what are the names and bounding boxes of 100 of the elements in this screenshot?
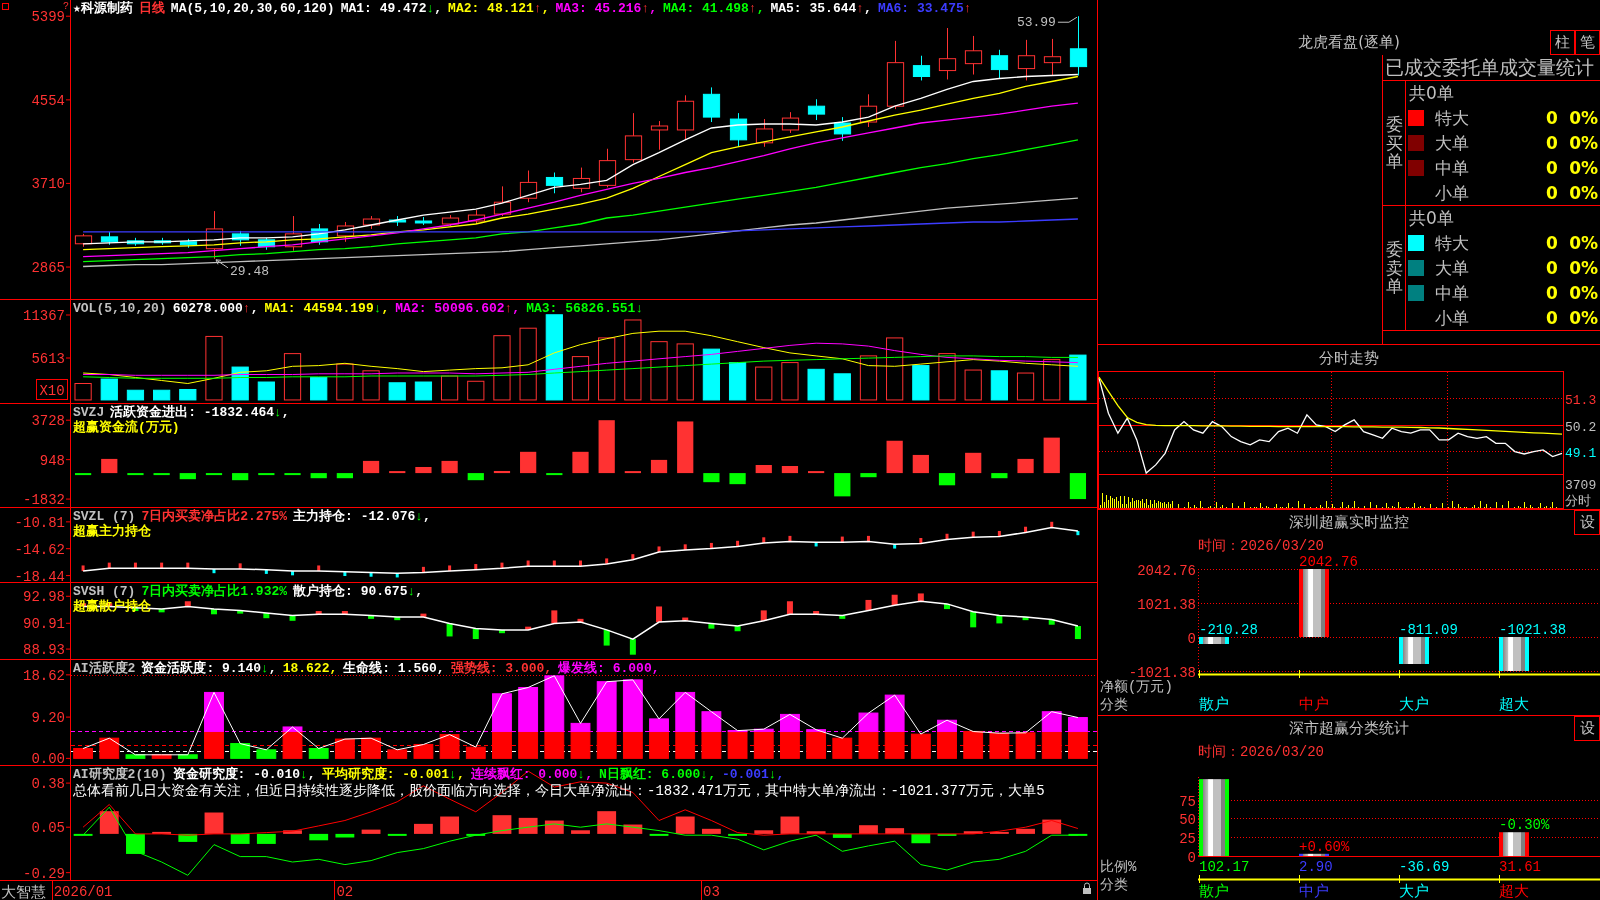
value-label: -1021.38 [1499,622,1567,638]
view-mode-button[interactable]: 笔 [1575,30,1600,55]
row-label: 大单 [1435,258,1469,278]
share-value: 0% [1569,157,1598,178]
arrow-icon [215,259,229,269]
candlestick [362,215,381,230]
axis-label: 948 [39,452,65,469]
axis-label: 4554 [31,92,65,109]
axis-label: 3728 [31,413,65,430]
view-mode-button[interactable]: 柱 [1550,30,1575,55]
axis-label: 25 [1179,830,1196,847]
axis-label: 0 [1187,630,1196,647]
table-title: 已成交委托单成交量统计 [1385,56,1594,78]
candlestick [257,237,276,251]
total-label: 共0单 [1408,208,1454,229]
axis-label: -10.81 [14,514,65,531]
candlestick [74,233,93,248]
count-value: 0 [1546,133,1558,153]
legend-text: MA4: 41.498↑, [663,1,765,16]
help-mark: ? [63,1,69,12]
axis-label: 5399 [31,9,65,26]
axis-label: 2865 [31,260,65,277]
candlestick [414,216,433,226]
category-label: 散户 [1199,697,1229,714]
legend-text: 散户持仓: 90.675↓, [293,584,424,599]
leader-line [1057,16,1078,23]
candlestick [284,215,303,252]
candlestick [1069,15,1088,76]
candlestick [676,94,695,141]
legend-text: MA5: 35.644↑, [770,1,872,16]
panel-title: 分时走势 [1319,347,1379,369]
share-value: 0% [1569,258,1598,278]
candlestick [833,116,852,142]
candlestick [545,172,564,194]
candlestick [441,214,460,227]
row-label: 中单 [1435,157,1469,178]
legend-text: 强势线: 3.000, [450,661,553,676]
legend-text: 18.622, [282,661,338,676]
square-icon [2,3,9,10]
panel-title: 龙虎看盘(逐单) [1298,33,1400,51]
axis-title: 分类 [1100,697,1128,713]
axis-label: -0.29 [23,865,65,882]
legend-text: 生命线: 1.560, [343,661,445,676]
value-label: -210.28 [1199,622,1258,638]
legend-text: MA(5,10,20,30,60,120) [170,1,335,16]
legend-text: MA1: 49.472↓, [340,1,443,16]
axis-label: -1832 [23,492,65,507]
candlestick [650,120,669,151]
legend-text: SVZL (7) [73,509,136,524]
legend-text: MA1: 44594.199↓, [264,301,390,316]
date-label: 03 [703,884,720,900]
legend-text: 7日内买卖净占比1.932% [141,584,288,599]
value-label: 102.17 [1199,859,1250,875]
value-label: 2042.76 [1299,554,1358,570]
category-label: 散户 [1199,884,1229,900]
candlestick [467,209,486,225]
axis-label: 51.3 [1565,392,1597,408]
axis-label: 18.62 [23,667,65,684]
category-label: 超大 [1499,884,1529,900]
axis-label: 0 [1187,849,1196,866]
legend-text: 资金研究度: -0.010↓, [172,767,316,782]
axis-label: -14.62 [14,541,65,558]
candlestick [964,35,983,76]
settings-button[interactable]: 设 [1574,510,1600,535]
legend-text: MA6: 33.475↑ [877,1,972,16]
axis-label: 0.05 [31,820,65,837]
candlestick [990,49,1009,79]
price-label: 53.99 [1016,15,1056,31]
candlestick [702,86,721,123]
candlestick [1043,38,1062,76]
legend-text: -0.001↓, [722,767,785,782]
total-label: 共0单 [1408,83,1454,104]
unit-label: X10 [36,379,68,400]
candlestick [807,98,826,121]
axis-label: -1021.38 [1128,664,1196,681]
candlestick [519,170,538,203]
axis-title: 分类 [1100,877,1128,893]
value-label: -36.69 [1399,859,1450,875]
candlestick [310,223,329,246]
legend-text: 资金活跃度: 9.140↓, [141,661,277,676]
candlestick [493,185,512,217]
axis-label: 92.98 [23,589,65,606]
axis-label: 0.00 [31,751,65,765]
legend-text: 超赢资金流(万元) [73,420,180,435]
share-value: 0% [1569,233,1598,254]
row-label: 特大 [1435,108,1469,129]
count-value: 0 [1546,108,1558,129]
share-value: 0% [1569,282,1598,303]
axis-label: 2042.76 [1137,562,1196,579]
price-label: 29.48 [230,263,269,279]
row-label: 特大 [1435,233,1469,254]
count-value: 0 [1546,307,1558,328]
axis-label: 5613 [31,351,65,367]
candlestick [1017,39,1036,81]
value-label: -811.09 [1399,622,1458,638]
candlestick [755,118,774,148]
settings-button[interactable]: 设 [1574,716,1600,741]
axis-label: 75 [1179,793,1196,810]
legend-text: 日线 [138,1,165,16]
count-value: 0 [1546,233,1558,254]
